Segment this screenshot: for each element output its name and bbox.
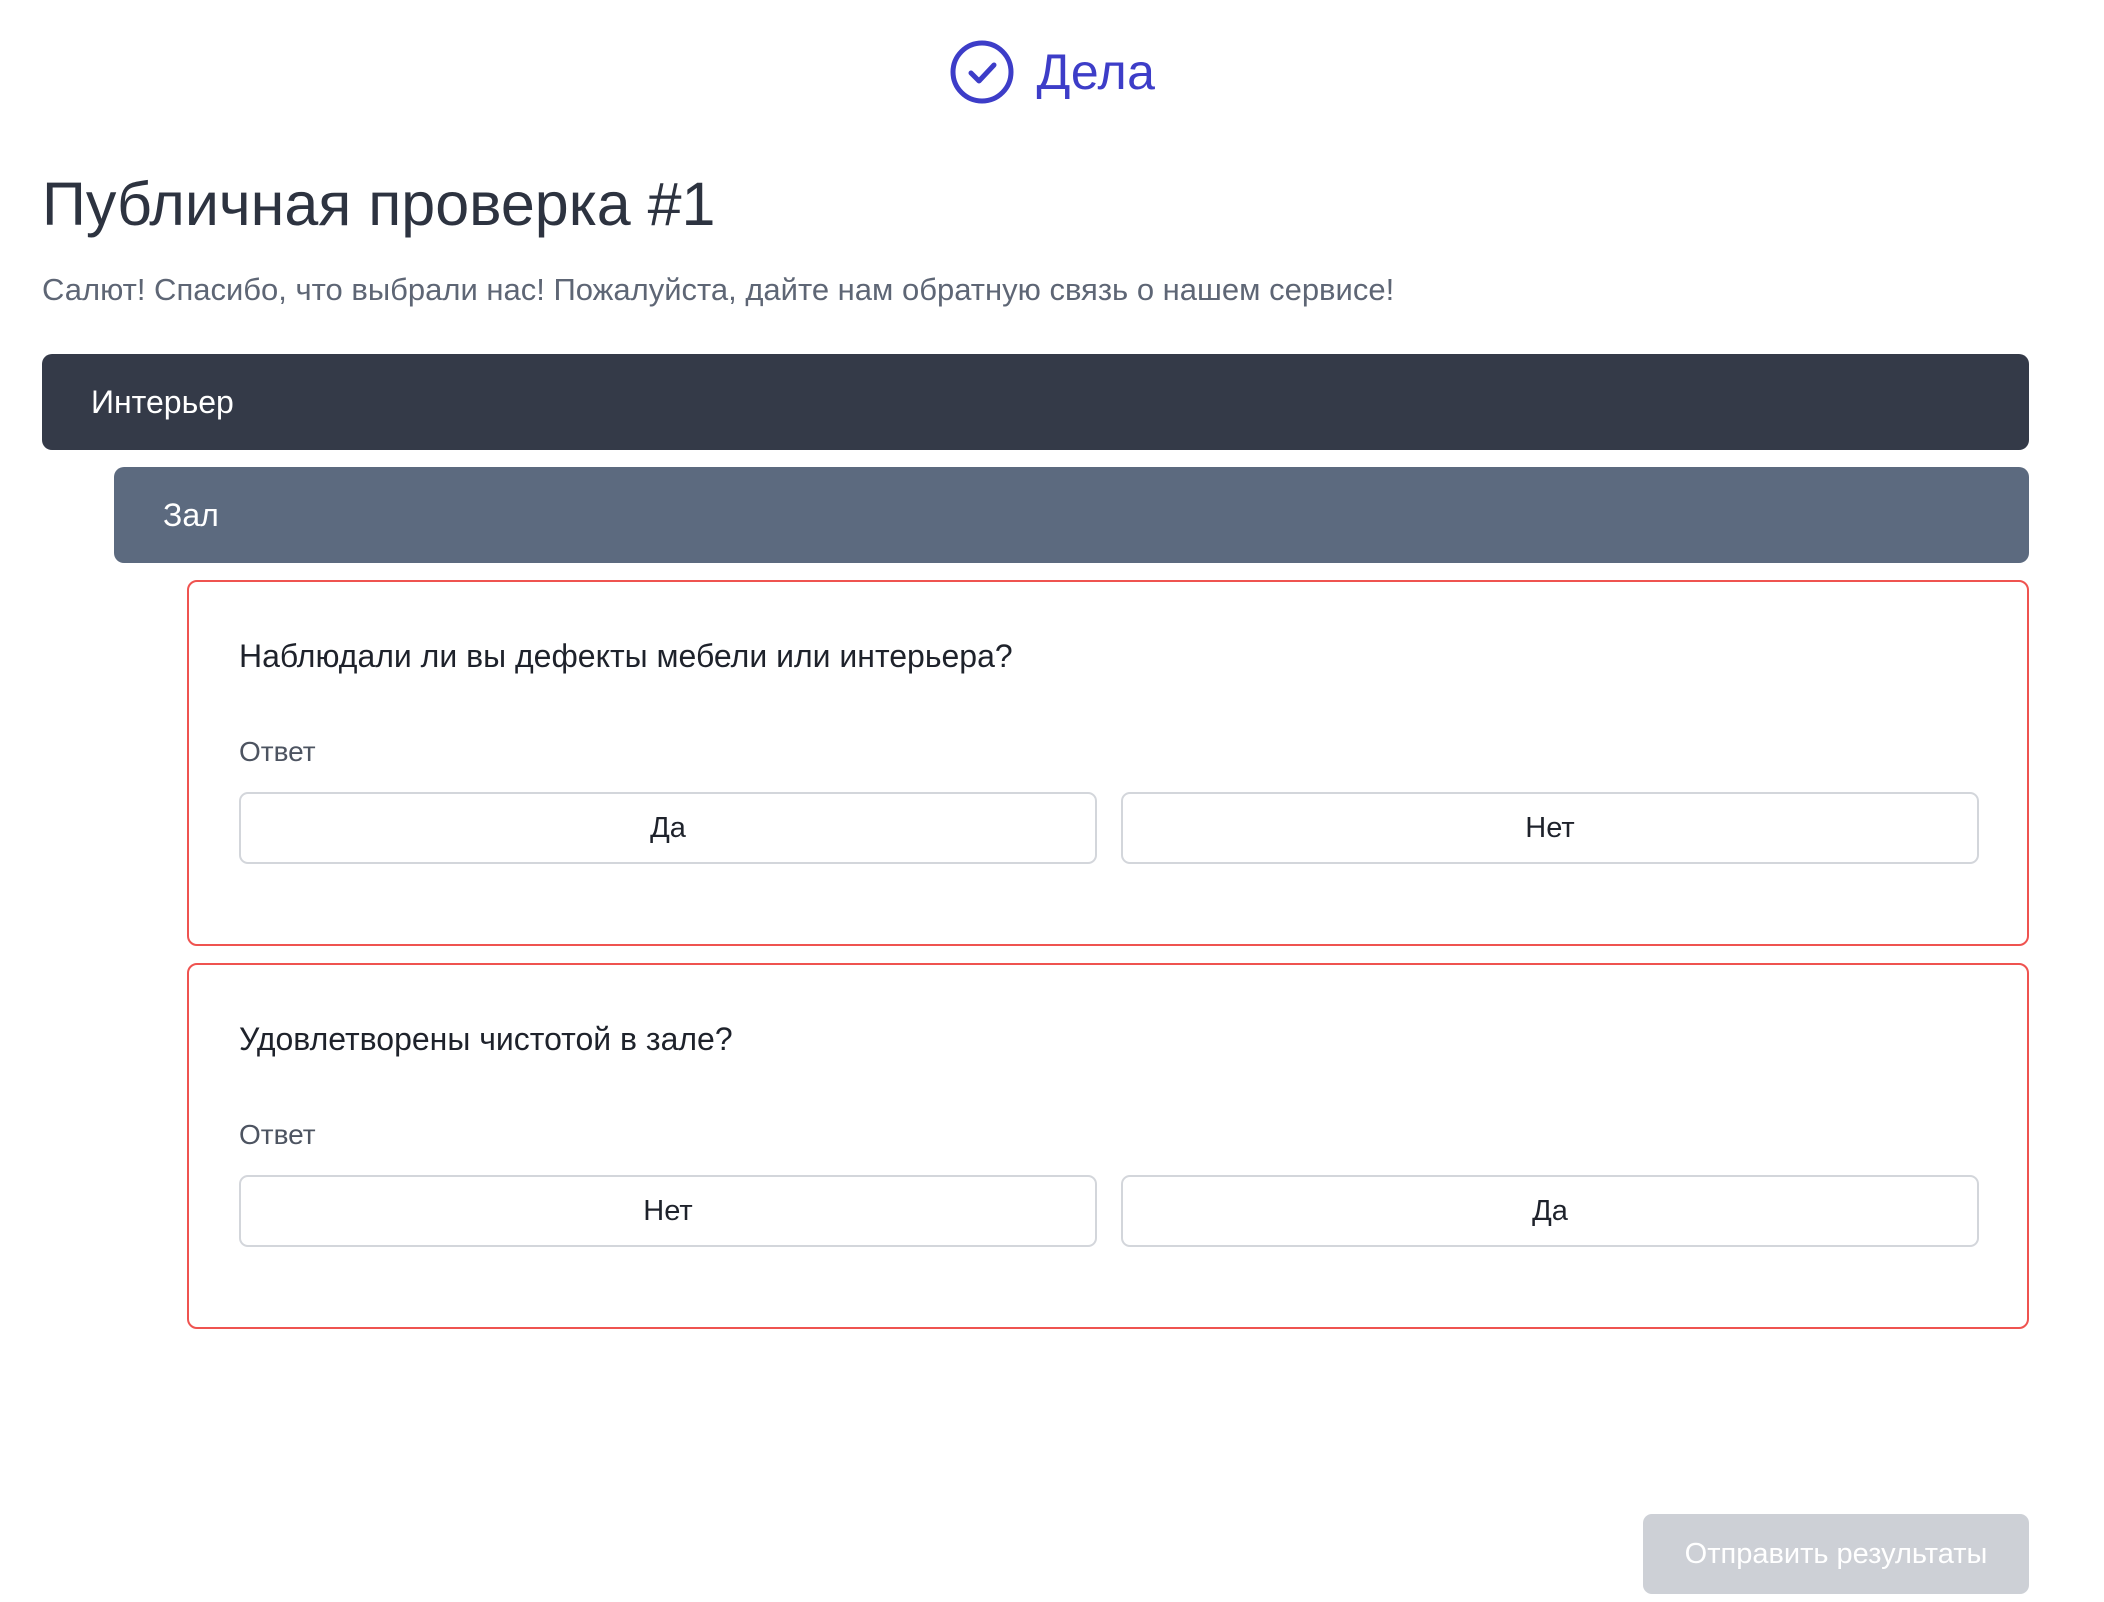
question-card: Удовлетворены чистотой в зале? Ответ Нет… (187, 963, 2029, 1329)
app-logo: Дела (0, 38, 2104, 106)
answer-option-yes[interactable]: Да (239, 792, 1097, 864)
page-title: Публичная проверка #1 (42, 170, 716, 238)
answer-option-yes[interactable]: Да (1121, 1175, 1979, 1247)
answer-option-no[interactable]: Нет (1121, 792, 1979, 864)
answer-label: Ответ (239, 736, 316, 767)
page-subtitle: Салют! Спасибо, что выбрали нас! Пожалуй… (42, 272, 1395, 307)
check-circle-icon (950, 40, 1013, 104)
submit-results-button[interactable]: Отправить результаты (1643, 1514, 2029, 1594)
section-header-interior[interactable]: Интерьер (42, 354, 2029, 450)
question-text: Удовлетворены чистотой в зале? (239, 1021, 733, 1057)
question-card: Наблюдали ли вы дефекты мебели или интер… (187, 580, 2029, 946)
section-label: Интерьер (91, 383, 234, 420)
brand-name: Дела (1036, 44, 1156, 100)
subsection-header-hall[interactable]: Зал (114, 467, 2029, 563)
subsection-label: Зал (163, 496, 219, 533)
answer-label: Ответ (239, 1119, 316, 1150)
answer-option-no[interactable]: Нет (239, 1175, 1097, 1247)
question-text: Наблюдали ли вы дефекты мебели или интер… (239, 638, 1013, 674)
